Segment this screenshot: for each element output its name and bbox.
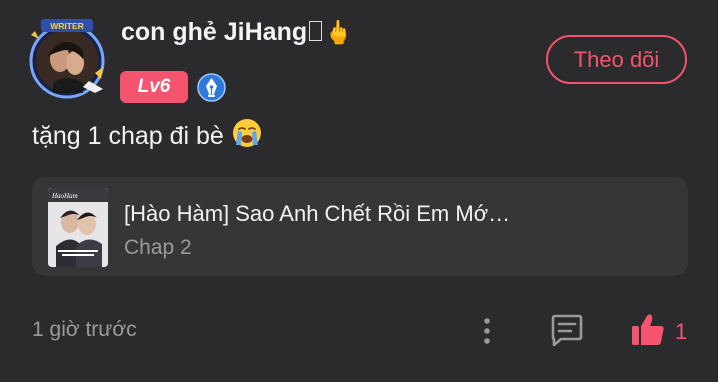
linked-story-card[interactable]: HaoHam [Hào Hàm] Sao Anh Chết Rồi Em Mớ…… xyxy=(32,177,688,276)
pen-nib-badge-icon xyxy=(197,73,226,102)
more-vertical-icon[interactable] xyxy=(476,316,498,346)
thumbs-up-icon[interactable] xyxy=(630,312,666,348)
like-count: 1 xyxy=(675,319,688,344)
comment-timestamp: 1 giờ trước xyxy=(32,318,137,341)
avatar-frame-label: WRITER xyxy=(50,21,84,31)
story-cover-image[interactable]: HaoHam xyxy=(48,188,108,267)
level-badge: Lv6 xyxy=(120,71,188,103)
story-title[interactable]: [Hào Hàm] Sao Anh Chết Rồi Em Mớ… xyxy=(124,201,510,227)
user-avatar[interactable]: WRITER xyxy=(25,17,109,101)
follow-button[interactable]: Theo dõi xyxy=(546,35,687,84)
name-glyph-placeholder xyxy=(309,21,323,41)
reply-icon[interactable] xyxy=(549,313,585,347)
username-text[interactable]: con ghẻ JiHang xyxy=(121,18,307,46)
comment-body: tặng 1 chap đi bè xyxy=(32,118,262,155)
story-chapter[interactable]: Chap 2 xyxy=(124,236,192,260)
comment-text: tặng 1 chap đi bè xyxy=(32,122,224,150)
middle-finger-emoji: 🖕 xyxy=(324,19,353,45)
crying-emoji xyxy=(232,118,262,155)
username[interactable]: con ghẻ JiHang 🖕 xyxy=(121,18,353,47)
cover-caption: HaoHam xyxy=(51,192,78,200)
